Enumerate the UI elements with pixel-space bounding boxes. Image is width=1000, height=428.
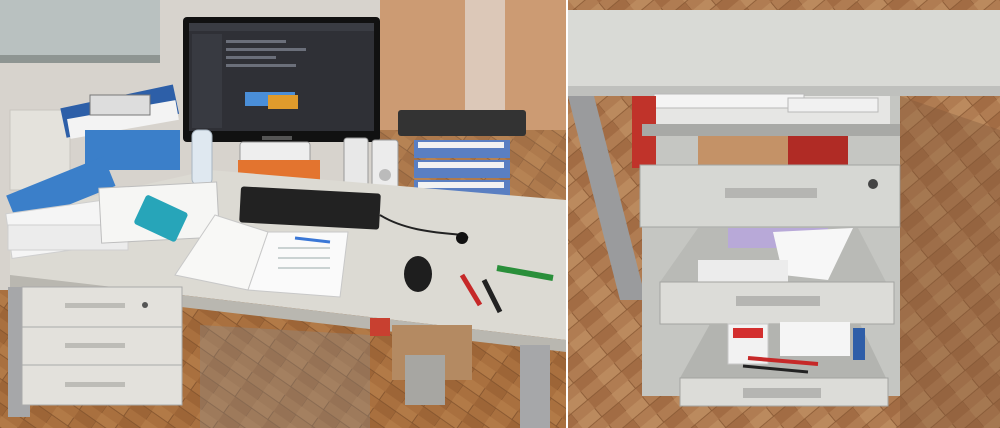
speaker-left bbox=[343, 137, 369, 189]
left-photo-desk bbox=[0, 0, 566, 428]
lock-icon bbox=[868, 179, 878, 189]
desk-scene bbox=[0, 0, 566, 428]
drawer-middle bbox=[659, 228, 895, 325]
laptop bbox=[398, 110, 526, 136]
mouse bbox=[404, 256, 432, 292]
right-photo-drawers bbox=[568, 0, 1000, 428]
desk-leg-right bbox=[520, 345, 550, 428]
drawer-handle bbox=[743, 388, 821, 398]
drawer-cabinet bbox=[21, 286, 183, 406]
drawer-scene bbox=[568, 0, 1000, 428]
drawer-handle bbox=[736, 296, 820, 306]
window bbox=[0, 0, 160, 60]
monitor bbox=[183, 17, 380, 156]
drawer-handle bbox=[725, 188, 817, 198]
desk-top bbox=[568, 10, 1000, 88]
water-bottle bbox=[191, 129, 213, 186]
keyboard bbox=[239, 186, 381, 230]
drawer-bottom bbox=[679, 322, 889, 407]
